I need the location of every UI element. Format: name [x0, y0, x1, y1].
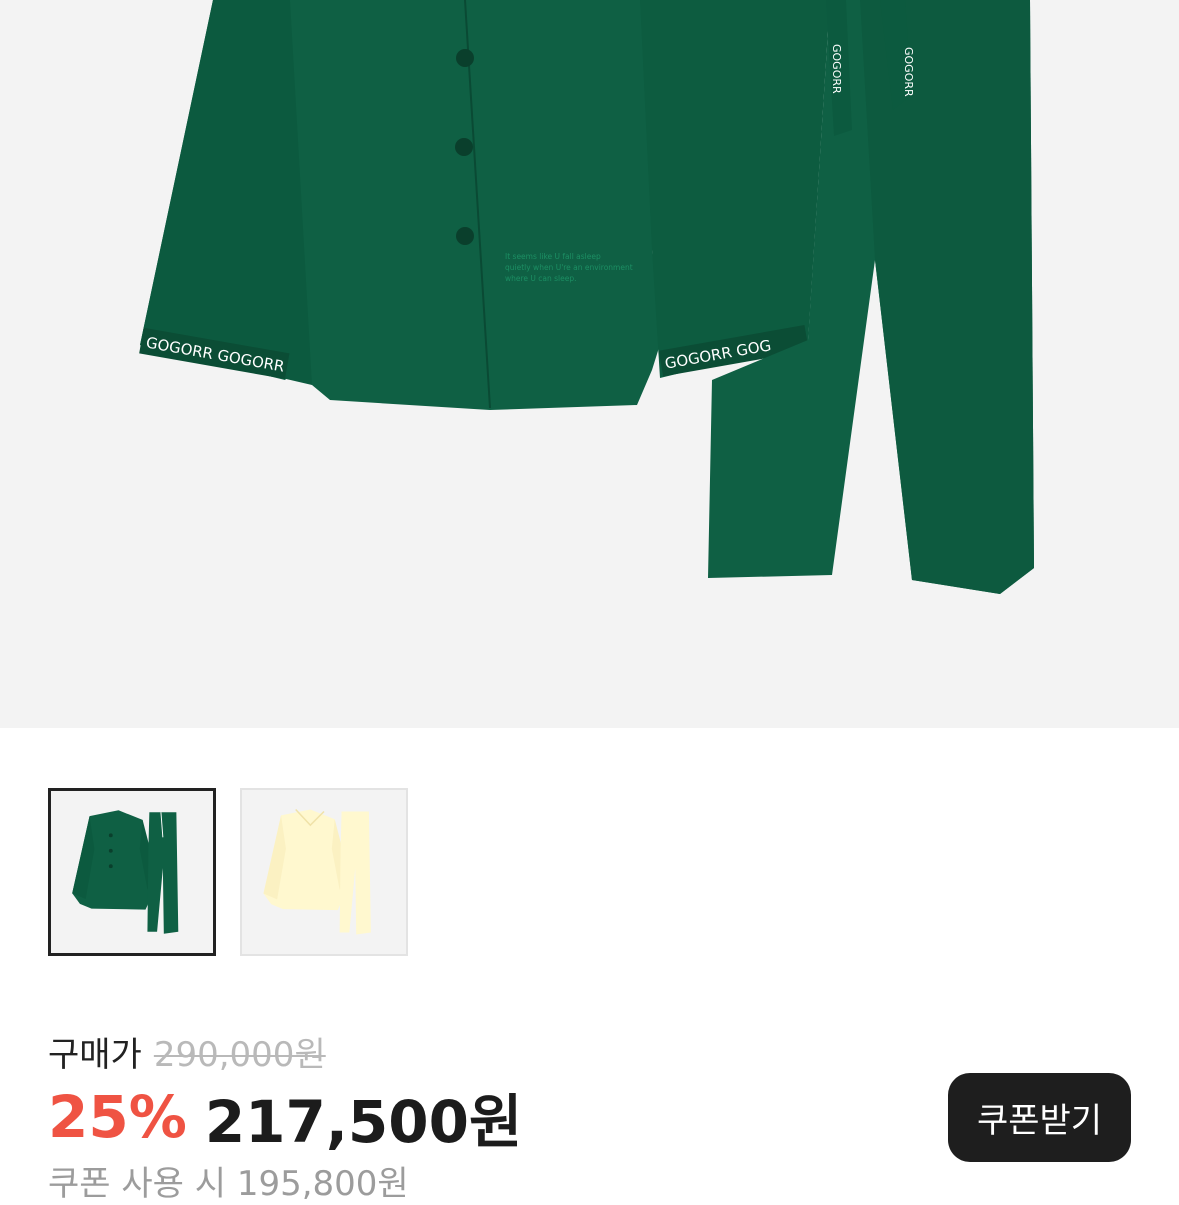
- product-hero-image: It seems like U fall asleep quietly when…: [0, 0, 1179, 728]
- cream-pajama-thumbnail-image: [263, 809, 371, 935]
- get-coupon-button[interactable]: 쿠폰받기: [948, 1073, 1131, 1162]
- original-price: 290,000원: [153, 1034, 326, 1075]
- pajama-set-illustration: It seems like U fall asleep quietly when…: [139, 0, 1034, 594]
- discount-percent: 25%: [48, 1083, 187, 1151]
- thumbnail-green[interactable]: [48, 788, 216, 956]
- tie-logo-right: GOGORR: [902, 47, 915, 97]
- coupon-price-text: 쿠폰 사용 시 195,800원: [48, 1164, 409, 1204]
- green-pajama-thumbnail-image: [72, 810, 179, 934]
- shirt-button: [456, 49, 474, 67]
- purchase-price-label: 구매가: [48, 1034, 142, 1075]
- shirt-left-sleeve: [140, 0, 312, 385]
- sale-price-row: 25% 217,500원: [48, 1082, 522, 1156]
- thumbnail-cream[interactable]: [240, 788, 408, 956]
- tie-logo-left: GOGORR: [830, 44, 843, 94]
- pants-right-leg: [860, 0, 1034, 594]
- price-label-row: 구매가 290,000원: [48, 1028, 326, 1075]
- shirt-right-sleeve: [640, 0, 830, 378]
- shirt-print-text-2: quietly when U're an environment: [505, 263, 633, 272]
- shirt-button: [456, 227, 474, 245]
- shirt-print-text-1: It seems like U fall asleep: [505, 252, 601, 261]
- shirt-button: [455, 138, 473, 156]
- shirt-print-text-3: where U can sleep.: [505, 274, 577, 283]
- sale-price: 217,500원: [204, 1088, 523, 1156]
